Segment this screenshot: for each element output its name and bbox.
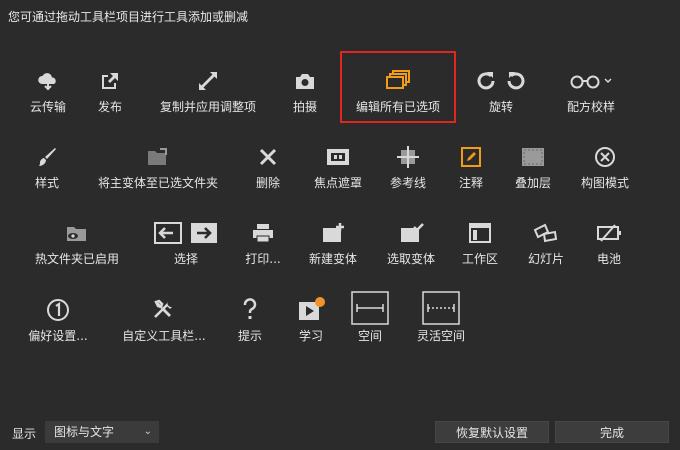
- focus-mask-tool[interactable]: 焦点遮罩: [300, 142, 376, 191]
- capture-tool[interactable]: 拍摄: [280, 66, 330, 115]
- done-button[interactable]: 完成: [555, 421, 669, 443]
- cloud-transfer-tool[interactable]: 云传输: [18, 66, 78, 115]
- question-icon: [240, 295, 260, 325]
- battery-icon: [595, 218, 623, 248]
- workspace-tool[interactable]: 工作区: [452, 218, 508, 267]
- new-variant-icon: [320, 218, 346, 248]
- footer-bar: 显示 图标与文字 ⌄ 恢复默认设置 完成: [0, 420, 680, 450]
- brush-icon: [35, 142, 59, 172]
- styles-tool[interactable]: 样式: [22, 142, 72, 191]
- recipe-proof-tool[interactable]: 配方校样: [556, 66, 626, 115]
- circle-x-icon: [593, 142, 617, 172]
- guides-tool[interactable]: 参考线: [380, 142, 436, 191]
- tips-tool[interactable]: 提示: [228, 295, 272, 344]
- x-icon: [257, 142, 279, 172]
- learn-tool[interactable]: 学习: [286, 295, 336, 344]
- camera-icon: [293, 66, 317, 96]
- number-one-icon: [45, 295, 71, 325]
- printer-icon: [250, 218, 276, 248]
- preferences-tool[interactable]: 偏好设置...: [18, 295, 98, 344]
- cloud-download-icon: [36, 66, 60, 96]
- new-variant-tool[interactable]: 新建变体: [300, 218, 366, 267]
- space-tool[interactable]: 空间: [348, 290, 392, 344]
- play-badge-icon: [296, 295, 326, 325]
- slideshow-tool[interactable]: 幻灯片: [518, 218, 574, 267]
- folder-move-icon: [145, 142, 171, 172]
- edit-all-selected-tool[interactable]: 编辑所有已选项: [342, 66, 454, 115]
- select-arrows-icon: [153, 218, 219, 248]
- customize-toolbar-tool[interactable]: 自定义工具栏...: [112, 295, 216, 344]
- tools-icon: [151, 295, 177, 325]
- overlay-tool[interactable]: 叠加层: [505, 142, 561, 191]
- display-mode-select[interactable]: 图标与文字 ⌄: [45, 421, 159, 443]
- hot-folder-tool[interactable]: 热文件夹已启用: [18, 218, 136, 267]
- space-icon: [351, 290, 389, 325]
- instruction-text: 您可通过拖动工具栏项目进行工具添加或删减: [8, 10, 249, 24]
- show-label: 显示: [12, 427, 37, 441]
- composition-mode-tool[interactable]: 构图模式: [570, 142, 640, 191]
- focus-mask-icon: [325, 142, 351, 172]
- move-variant-tool[interactable]: 将主变体至已选文件夹: [85, 142, 231, 191]
- pick-variant-tool[interactable]: 选取变体: [378, 218, 444, 267]
- pick-variant-icon: [398, 218, 424, 248]
- flexible-space-icon: [422, 290, 460, 325]
- expand-arrow-icon: [196, 66, 220, 96]
- share-icon: [98, 66, 122, 96]
- eye-folder-icon: [64, 218, 90, 248]
- flexible-space-tool[interactable]: 灵活空间: [408, 290, 474, 344]
- publish-tool[interactable]: 发布: [85, 66, 135, 115]
- chevron-down-icon: ⌄: [143, 426, 152, 437]
- copy-apply-tool[interactable]: 复制并应用调整项: [148, 66, 268, 115]
- stacked-windows-icon: [383, 66, 413, 96]
- battery-tool[interactable]: 电池: [584, 218, 634, 267]
- delete-tool[interactable]: 删除: [243, 142, 293, 191]
- overlay-icon: [520, 142, 546, 172]
- display-mode-value: 图标与文字: [54, 425, 115, 439]
- slides-icon: [532, 218, 560, 248]
- pencil-square-icon: [459, 142, 483, 172]
- restore-defaults-button[interactable]: 恢复默认设置: [435, 421, 549, 443]
- print-tool[interactable]: 打印...: [238, 218, 288, 267]
- annotations-tool[interactable]: 注释: [446, 142, 496, 191]
- select-tool[interactable]: 选择: [148, 218, 224, 267]
- rotate-tool[interactable]: 旋转: [470, 66, 532, 115]
- rotate-icon: [475, 66, 527, 96]
- guides-icon: [396, 142, 420, 172]
- glasses-icon: [567, 66, 615, 96]
- workspace-icon: [467, 218, 493, 248]
